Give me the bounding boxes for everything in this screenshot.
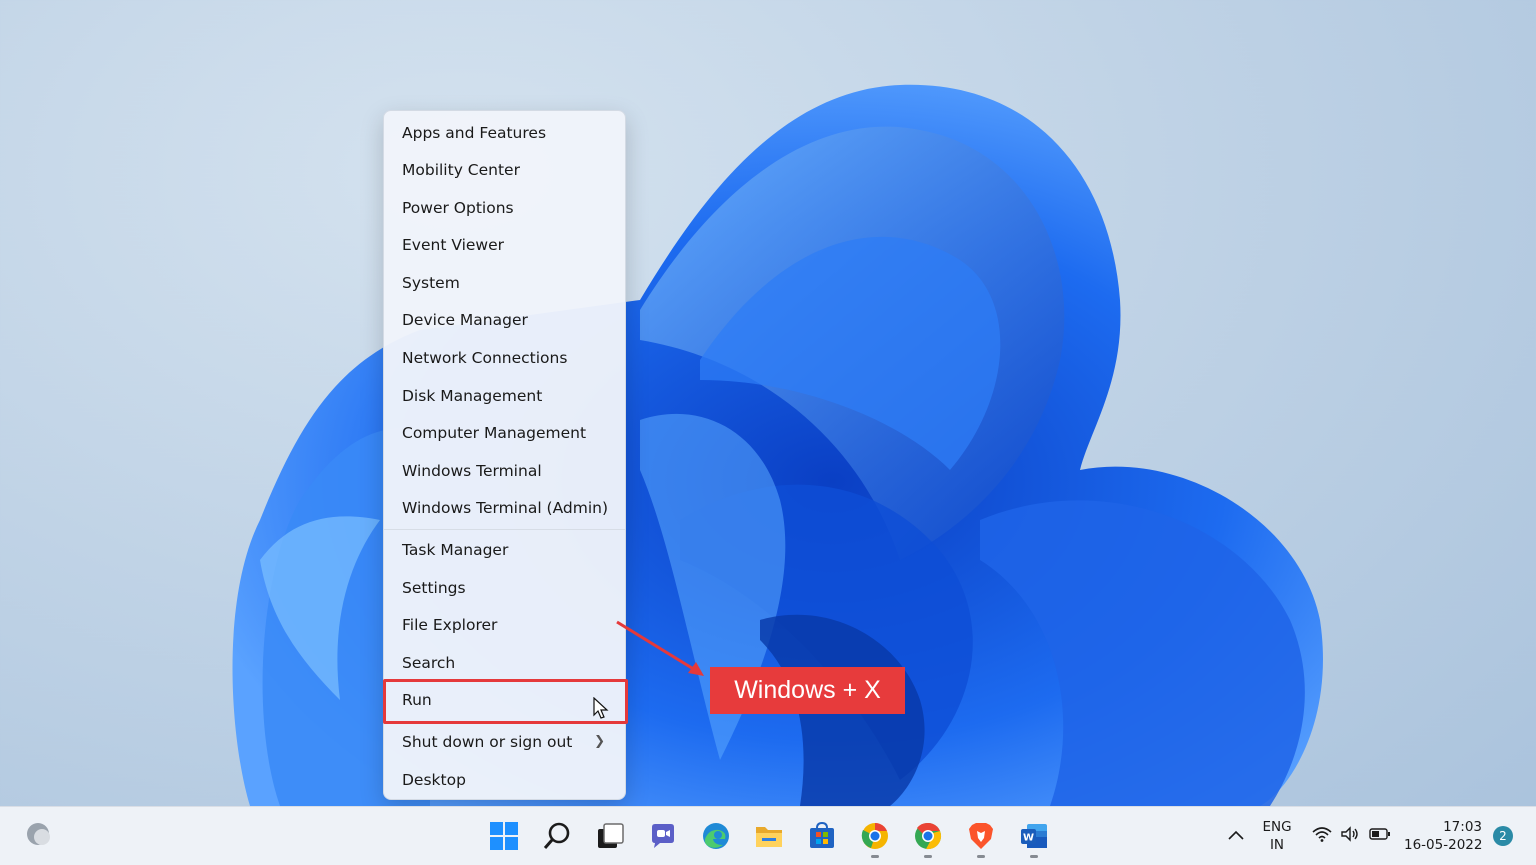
- running-indicator: [1030, 855, 1038, 858]
- chevron-up-icon[interactable]: [1227, 829, 1245, 841]
- menu-item-search[interactable]: Search: [384, 645, 625, 681]
- menu-item-event-viewer[interactable]: Event Viewer: [384, 227, 625, 263]
- svg-text:W: W: [1023, 833, 1034, 844]
- chrome-icon[interactable]: [913, 821, 943, 851]
- menu-item-apps-and-features[interactable]: Apps and Features: [384, 115, 625, 151]
- menu-item-windows-terminal-admin[interactable]: Windows Terminal (Admin): [384, 490, 625, 526]
- menu-item-desktop[interactable]: Desktop: [384, 762, 625, 798]
- notification-badge[interactable]: 2: [1493, 826, 1513, 846]
- menu-item-network-connections[interactable]: Network Connections: [384, 340, 625, 376]
- clock-time[interactable]: 17:03: [1404, 819, 1482, 835]
- taskbar: W ENG IN 17:03 16-05-2022 2: [0, 806, 1536, 865]
- battery-icon[interactable]: [1369, 828, 1391, 840]
- chat-icon[interactable]: [648, 821, 678, 851]
- menu-item-mobility-center[interactable]: Mobility Center: [384, 152, 625, 188]
- menu-item-shut-down-or-sign-out[interactable]: Shut down or sign out ❯: [384, 724, 625, 760]
- running-indicator: [977, 855, 985, 858]
- run-highlight-box: [383, 679, 628, 724]
- menu-item-file-explorer[interactable]: File Explorer: [384, 607, 625, 643]
- menu-item-label: Shut down or sign out: [402, 733, 573, 751]
- callout-arrow-icon: [616, 620, 704, 676]
- mouse-cursor-icon: [593, 697, 609, 719]
- running-indicator: [924, 855, 932, 858]
- wifi-icon[interactable]: [1312, 826, 1332, 842]
- clock-date[interactable]: 16-05-2022: [1404, 837, 1482, 853]
- language-indicator-line1[interactable]: ENG: [1258, 819, 1296, 835]
- menu-item-device-manager[interactable]: Device Manager: [384, 302, 625, 338]
- menu-item-windows-terminal[interactable]: Windows Terminal: [384, 453, 625, 489]
- chrome-canary-icon[interactable]: [860, 821, 890, 851]
- brave-icon[interactable]: [966, 821, 996, 851]
- running-indicator: [871, 855, 879, 858]
- menu-item-task-manager[interactable]: Task Manager: [384, 532, 625, 568]
- task-view-icon[interactable]: [595, 821, 625, 851]
- weather-widget-icon[interactable]: [25, 821, 53, 847]
- edge-icon[interactable]: [701, 821, 731, 851]
- windows-logo-icon[interactable]: [489, 821, 519, 851]
- menu-item-system[interactable]: System: [384, 265, 625, 301]
- menu-item-settings[interactable]: Settings: [384, 570, 625, 606]
- menu-item-disk-management[interactable]: Disk Management: [384, 378, 625, 414]
- volume-icon[interactable]: [1340, 826, 1360, 842]
- search-icon[interactable]: [542, 821, 572, 851]
- language-indicator-line2[interactable]: IN: [1258, 837, 1296, 853]
- folder-icon[interactable]: [754, 821, 784, 851]
- chevron-right-icon: ❯: [594, 734, 605, 749]
- shortcut-callout: Windows + X: [710, 667, 905, 714]
- menu-separator: [384, 529, 625, 530]
- menu-item-power-options[interactable]: Power Options: [384, 190, 625, 226]
- store-icon[interactable]: [807, 821, 837, 851]
- menu-item-computer-management[interactable]: Computer Management: [384, 415, 625, 451]
- word-icon[interactable]: W: [1019, 821, 1049, 851]
